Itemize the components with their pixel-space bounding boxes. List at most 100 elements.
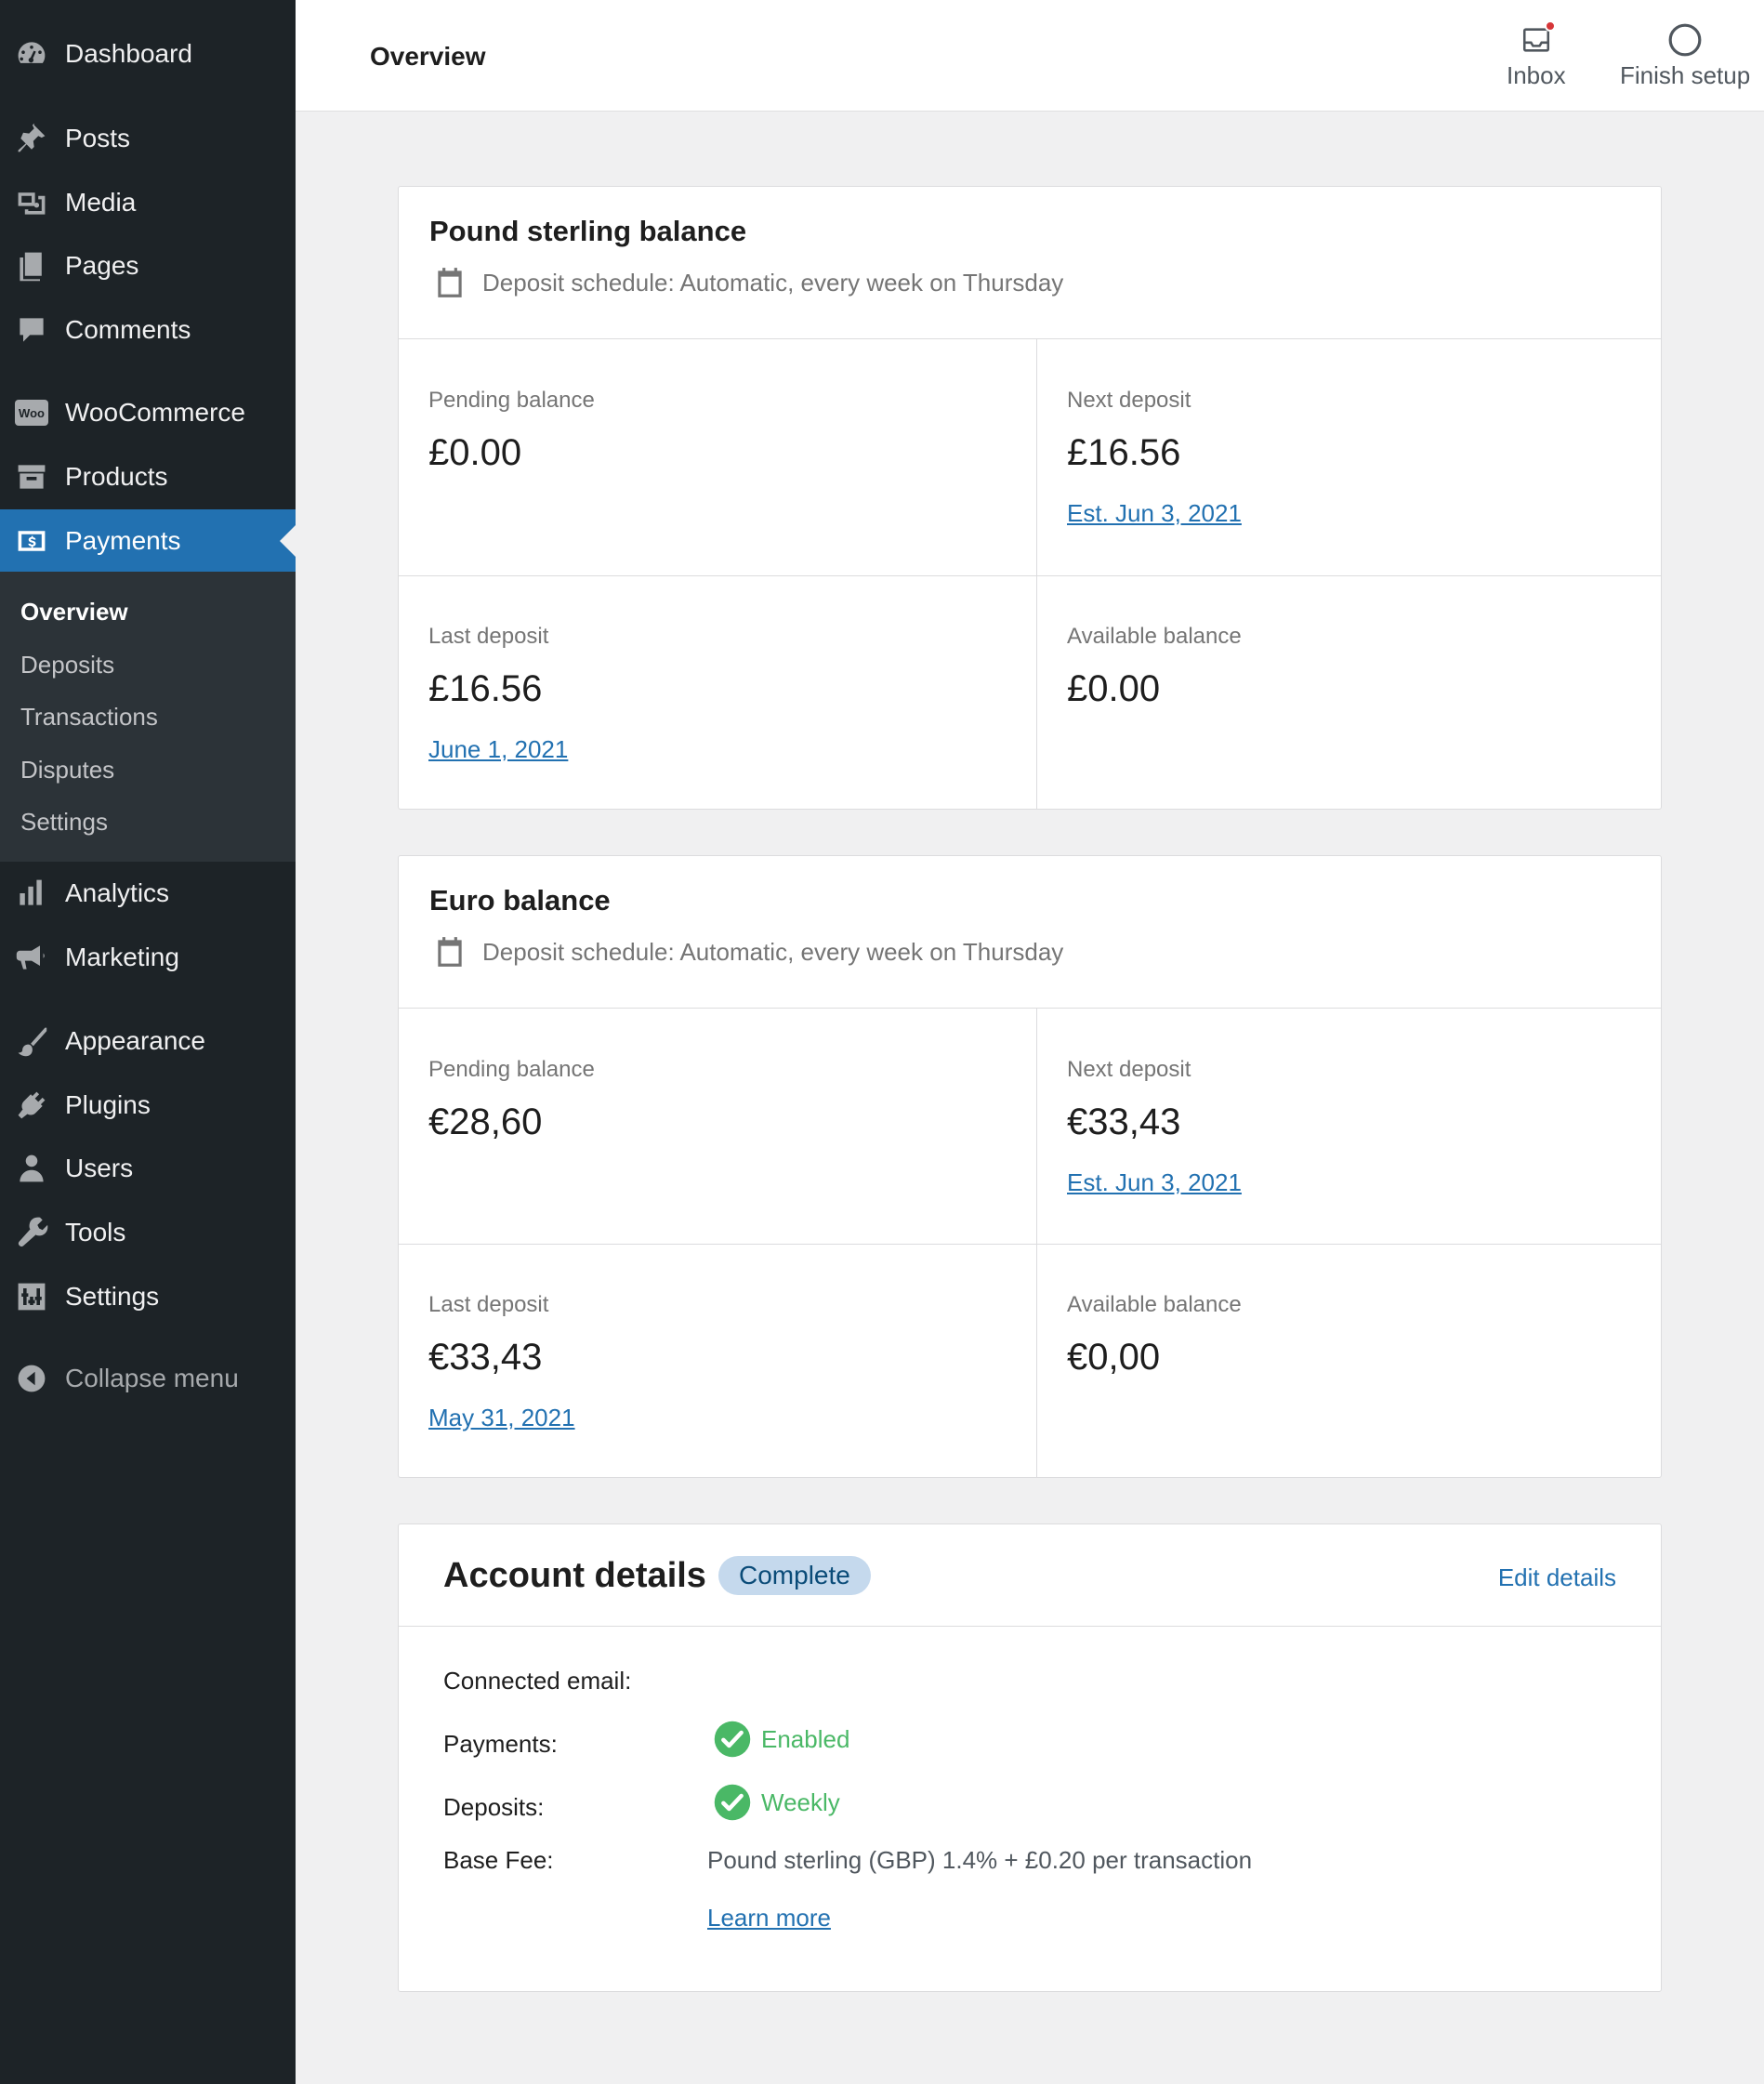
wrench-icon	[15, 1216, 48, 1249]
menu-appearance[interactable]: Appearance	[0, 1013, 296, 1069]
menu-pages[interactable]: Pages	[0, 238, 296, 294]
edit-details-link[interactable]: Edit details	[1498, 1563, 1616, 1592]
menu-label: Comments	[65, 315, 191, 344]
collapse-label: Collapse menu	[65, 1364, 239, 1392]
media-icon	[15, 186, 48, 219]
check-circle-icon	[714, 1784, 751, 1821]
base-fee-label: Base Fee:	[443, 1846, 554, 1874]
last-deposit-date-link[interactable]: June 1, 2021	[428, 735, 568, 764]
deposits-status: Weekly	[707, 1783, 840, 1822]
comment-icon	[15, 313, 48, 347]
available-label: Available balance	[1067, 1292, 1242, 1317]
card-header: Account details Complete Edit details	[399, 1524, 1661, 1627]
next-deposit-cell: Next deposit £16.56 Est. Jun 3, 2021	[1037, 339, 1662, 575]
top-header: Overview Inbox Finish setup	[296, 0, 1764, 112]
menu-label: Pages	[65, 251, 139, 280]
next-deposit-date-link[interactable]: Est. Jun 3, 2021	[1067, 499, 1242, 528]
woo-icon: Woo	[15, 396, 48, 429]
available-label: Available balance	[1067, 624, 1242, 649]
menu-label: Products	[65, 462, 168, 491]
menu-label: Users	[65, 1154, 134, 1182]
sliders-icon	[15, 1280, 48, 1313]
dollar-icon	[15, 524, 48, 558]
menu-users[interactable]: Users	[0, 1141, 296, 1196]
menu-marketing[interactable]: Marketing	[0, 930, 296, 985]
submenu-disputes[interactable]: Disputes	[20, 756, 114, 785]
menu-media[interactable]: Media	[0, 175, 296, 231]
submenu-settings[interactable]: Settings	[20, 808, 108, 837]
menu-label: Marketing	[65, 943, 179, 971]
collapse-menu-button[interactable]: Collapse menu	[0, 1351, 296, 1406]
menu-settings[interactable]: Settings	[0, 1269, 296, 1325]
available-value: £0.00	[1067, 668, 1161, 709]
pending-balance-cell: Pending balance €28,60	[399, 1009, 1036, 1244]
card-title: Pound sterling balance	[429, 215, 747, 247]
plug-icon	[15, 1088, 48, 1122]
deposits-value: Weekly	[761, 1787, 840, 1816]
last-deposit-cell: Last deposit £16.56 June 1, 2021	[399, 575, 1036, 810]
menu-label: Plugins	[65, 1090, 151, 1119]
submenu-overview[interactable]: Overview	[20, 598, 128, 627]
menu-payments[interactable]: Payments	[0, 509, 296, 573]
menu-label: Media	[65, 188, 137, 217]
menu-plugins[interactable]: Plugins	[0, 1077, 296, 1133]
pin-icon	[15, 122, 48, 155]
menu-tools[interactable]: Tools	[0, 1205, 296, 1260]
menu-products[interactable]: Products	[0, 449, 296, 505]
menu-analytics[interactable]: Analytics	[0, 865, 296, 921]
last-deposit-label: Last deposit	[428, 624, 549, 649]
menu-label: Posts	[65, 124, 131, 152]
menu-comments[interactable]: Comments	[0, 302, 296, 358]
menu-label: Analytics	[65, 878, 170, 907]
finish-setup-button[interactable]: Finish setup	[1620, 19, 1750, 90]
payments-value: Enabled	[761, 1724, 850, 1753]
last-deposit-date-link[interactable]: May 31, 2021	[428, 1404, 575, 1432]
deposit-schedule: Deposit schedule: Automatic, every week …	[432, 934, 1063, 969]
last-deposit-value: £16.56	[428, 668, 543, 709]
archive-icon	[15, 460, 48, 494]
calendar-icon	[438, 937, 462, 967]
connected-email-label: Connected email:	[443, 1667, 632, 1695]
next-deposit-label: Next deposit	[1067, 1057, 1191, 1082]
inbox-label: Inbox	[1507, 61, 1566, 89]
next-deposit-label: Next deposit	[1067, 388, 1191, 413]
menu-woocommerce[interactable]: Woo WooCommerce	[0, 385, 296, 441]
menu-label: Dashboard	[65, 39, 192, 68]
next-deposit-value: £16.56	[1067, 432, 1181, 473]
active-indicator	[280, 525, 296, 557]
pending-label: Pending balance	[428, 388, 595, 413]
pending-balance-cell: Pending balance £0.00	[399, 339, 1036, 575]
deposit-schedule: Deposit schedule: Automatic, every week …	[432, 265, 1063, 300]
gbp-balance-card: Pound sterling balance Deposit schedule:…	[398, 186, 1662, 810]
status-badge: Complete	[718, 1556, 871, 1595]
admin-sidebar: Dashboard Posts Media Pages Comments Woo…	[0, 0, 296, 2084]
pending-value: £0.00	[428, 432, 522, 473]
schedule-text: Deposit schedule: Automatic, every week …	[482, 937, 1064, 966]
bar-chart-icon	[15, 877, 48, 910]
inbox-button[interactable]: Inbox	[1507, 19, 1566, 90]
last-deposit-value: €33,43	[428, 1337, 543, 1378]
menu-posts[interactable]: Posts	[0, 111, 296, 166]
next-deposit-value: €33,43	[1067, 1101, 1181, 1142]
menu-dashboard[interactable]: Dashboard	[0, 26, 296, 82]
available-balance-cell: Available balance €0,00	[1037, 1244, 1662, 1478]
payments-status: Enabled	[707, 1720, 849, 1759]
finish-setup-label: Finish setup	[1620, 61, 1751, 89]
schedule-text: Deposit schedule: Automatic, every week …	[482, 268, 1064, 297]
notification-dot	[1544, 20, 1556, 32]
menu-label: Settings	[65, 1282, 160, 1311]
card-header: Euro balance Deposit schedule: Automatic…	[399, 856, 1661, 1009]
account-details-title: Account details	[443, 1556, 706, 1595]
available-value: €0,00	[1067, 1337, 1161, 1378]
submenu-transactions[interactable]: Transactions	[20, 703, 158, 732]
last-deposit-cell: Last deposit €33,43 May 31, 2021	[399, 1244, 1036, 1478]
progress-circle-icon	[1667, 19, 1703, 61]
next-deposit-date-link[interactable]: Est. Jun 3, 2021	[1067, 1168, 1242, 1197]
page-title: Overview	[370, 42, 486, 71]
account-details-card: Account details Complete Edit details Co…	[398, 1523, 1662, 1992]
submenu-deposits[interactable]: Deposits	[20, 651, 114, 679]
user-icon	[15, 1152, 48, 1185]
learn-more-link[interactable]: Learn more	[707, 1904, 831, 1932]
pending-value: €28,60	[428, 1101, 543, 1142]
megaphone-icon	[15, 941, 48, 974]
